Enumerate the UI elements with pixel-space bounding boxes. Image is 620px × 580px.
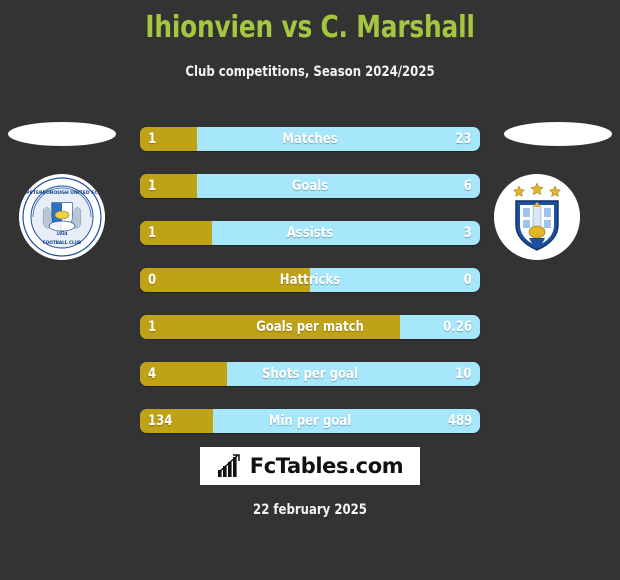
stat-label: Hattricks — [279, 272, 341, 288]
stat-label: Shots per goal — [261, 366, 359, 382]
report-date: 22 february 2025 — [253, 502, 367, 518]
away-value: 3 — [463, 225, 472, 241]
stat-row: 0 Hattricks 0 — [140, 268, 480, 292]
away-value: 0 — [463, 272, 472, 288]
away-value: 0.26 — [443, 319, 472, 335]
stats-list: 1 Matches 23 1 Goals 6 1 Assists 3 0 Hat… — [140, 127, 480, 456]
away-value: 489 — [447, 413, 472, 429]
stat-row: 1 Assists 3 — [140, 221, 480, 245]
stat-label: Min per goal — [268, 413, 352, 429]
stat-row: 1 Goals per match 0.26 — [140, 315, 480, 339]
stat-row: 134 Min per goal 489 — [140, 409, 480, 433]
svg-text:FOOTBALL CLUB: FOOTBALL CLUB — [43, 240, 81, 245]
stat-comparison-card: Ihionvien vs C. Marshall Club competitio… — [0, 0, 620, 580]
away-crest-shadow-ellipse — [504, 122, 612, 146]
bar-chart-trend-icon — [217, 454, 240, 477]
stat-label: Goals per match — [256, 319, 364, 335]
stat-label: Assists — [286, 225, 334, 241]
home-team-crest: PETERBOROUGH UNITED FC FOOTBALL CLUB 193… — [19, 174, 105, 260]
stat-label: Goals — [291, 178, 329, 194]
svg-text:PETERBOROUGH UNITED FC: PETERBOROUGH UNITED FC — [26, 190, 98, 196]
away-value: 23 — [455, 131, 472, 147]
home-crest-shadow-ellipse — [8, 122, 116, 146]
stat-row: 4 Shots per goal 10 — [140, 362, 480, 386]
brand-text: FcTables.com — [249, 454, 404, 478]
svg-text:1934: 1934 — [56, 231, 67, 236]
stat-row: 1 Matches 23 — [140, 127, 480, 151]
away-value: 6 — [463, 178, 472, 194]
page-title: Ihionvien vs C. Marshall — [145, 10, 475, 45]
away-team-crest — [494, 174, 580, 260]
away-value: 10 — [455, 366, 472, 382]
stat-row: 1 Goals 6 — [140, 174, 480, 198]
page-subtitle: Club competitions, Season 2024/2025 — [185, 64, 435, 80]
stat-label: Matches — [282, 131, 338, 147]
fctables-logo[interactable]: FcTables.com — [200, 447, 420, 485]
